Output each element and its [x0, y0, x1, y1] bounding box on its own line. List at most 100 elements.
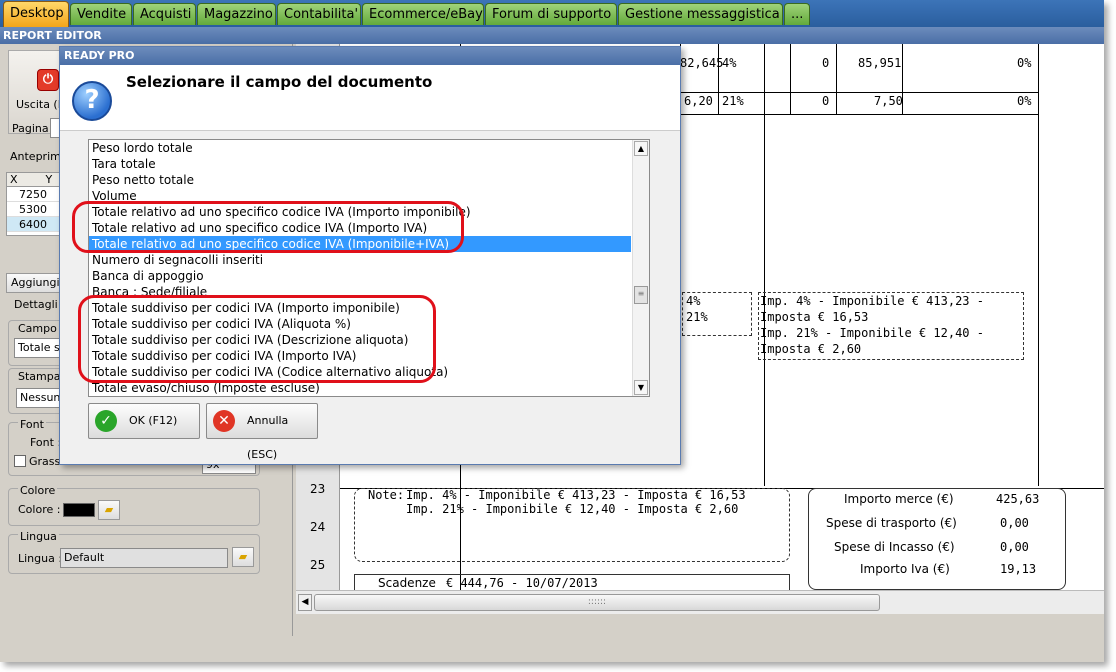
list-item[interactable]: Banca : Sede/filiale	[89, 284, 631, 300]
grid-line	[790, 44, 791, 114]
list-item[interactable]: Totale evaso/chiuso (Imposte escluse)	[89, 380, 631, 396]
table-row[interactable]: 7250	[7, 187, 59, 202]
totals-label: Importo Iva (€)	[860, 562, 950, 576]
totals-value: 425,63	[996, 492, 1040, 506]
totals-value: 19,13	[1000, 562, 1037, 576]
tab-messaggistica[interactable]: Gestione messaggistica	[618, 3, 783, 25]
list-item[interactable]: Totale suddiviso per codici IVA (Codice …	[89, 364, 631, 380]
cancel-button[interactable]: ✕ Annulla (ESC)	[206, 403, 318, 461]
notes-line: Imp. 21% - Imponibile € 12,40 - Imposta …	[406, 502, 739, 516]
field-list: Peso lordo totale Tara totale Peso netto t…	[89, 140, 649, 396]
vat-summary-line: Imp. 4% - Imponibile € 413,23 -	[760, 294, 984, 308]
list-scroll-thumb[interactable]: ≡	[634, 286, 648, 304]
question-icon: ?	[72, 81, 112, 121]
row1-value: 85,951	[858, 56, 902, 70]
tab-more[interactable]: ...	[784, 3, 810, 25]
row2-value: 7,50	[874, 94, 903, 108]
select-field-dialog: READY PRO ? Selezionare il campo del doc…	[59, 46, 681, 465]
list-item[interactable]: Totale relativo ad uno specifico codice …	[89, 220, 631, 236]
ruler-mark: 23	[310, 482, 326, 496]
scadenze-value: € 444,76 - 10/07/2013	[446, 576, 598, 590]
totals-value: 0,00	[1000, 516, 1029, 530]
row1-value: 82,645	[680, 56, 724, 70]
list-item[interactable]: Numero di segnacolli inseriti	[89, 252, 631, 268]
font-label: Font :	[30, 436, 62, 449]
main-tab-bar: Desktop Vendite Acquisti Magazzino Conta…	[0, 0, 1104, 27]
close-icon: ✕	[213, 410, 235, 432]
list-item[interactable]: Totale suddiviso per codici IVA (Importo…	[89, 300, 631, 316]
field-listbox[interactable]: Peso lordo totale Tara totale Peso netto t…	[88, 139, 650, 397]
coordinates-table: X Y 7250 5300 6400	[6, 172, 60, 236]
list-item[interactable]: Banca di appoggio	[89, 268, 631, 284]
grid-line	[680, 114, 1038, 115]
tab-acquisti[interactable]: Acquisti	[133, 3, 196, 25]
grid-line	[1038, 44, 1039, 486]
row2-value: 0%	[1017, 94, 1032, 108]
list-item[interactable]: Peso lordo totale	[89, 140, 631, 156]
notes-line: Imp. 4% - Imponibile € 413,23 - Imposta …	[406, 488, 746, 502]
stampa-select[interactable]: Nessuna	[16, 388, 60, 408]
list-item[interactable]: Tara totale	[89, 156, 631, 172]
window-title: REPORT EDITOR	[0, 27, 1104, 44]
scadenze-label: Scadenze	[378, 576, 436, 590]
folder-icon[interactable]: ▰	[232, 547, 254, 567]
aggiungi-button[interactable]: Aggiungi c	[6, 273, 60, 293]
tab-dettagli[interactable]: Dettagli	[14, 298, 58, 311]
scroll-up-icon[interactable]: ▲	[634, 141, 648, 156]
bold-checkbox[interactable]	[14, 455, 26, 467]
list-item[interactable]: Totale suddiviso per codici IVA (Aliquot…	[89, 316, 631, 332]
tab-magazzino[interactable]: Magazzino	[197, 3, 276, 25]
campo-field[interactable]: Totale su	[14, 338, 60, 358]
list-scrollbar[interactable]: ▲ ≡ ▼	[632, 140, 649, 396]
row1-value: 0%	[1017, 56, 1032, 70]
horizontal-scrollbar[interactable]: ◀ ::::::	[296, 590, 1104, 614]
grid-line	[836, 44, 837, 114]
colore-label: Colore :	[18, 503, 61, 516]
list-item[interactable]: Volume	[89, 188, 631, 204]
vat-summary-line: Imp. 21% - Imponibile € 12,40 -	[760, 326, 984, 340]
table-row[interactable]: 5300	[7, 202, 59, 217]
row1-value: 0	[822, 56, 830, 70]
grid-line	[764, 44, 765, 486]
totals-value: 0,00	[1000, 540, 1029, 554]
notes-label: Note:	[368, 488, 405, 502]
tab-vendite[interactable]: Vendite	[70, 3, 132, 25]
list-item[interactable]: Totale suddiviso per codici IVA (Importo…	[89, 348, 631, 364]
row2-value: 0	[822, 94, 830, 108]
row2-vat: 21%	[722, 94, 744, 108]
lingua-group-label: Lingua	[18, 530, 59, 543]
ruler-mark: 24	[310, 520, 326, 534]
folder-icon[interactable]: ▰	[98, 500, 120, 520]
list-item[interactable]: Totale relativo ad uno specifico codice …	[89, 236, 631, 252]
lingua-label: Lingua :	[18, 552, 63, 565]
tab-desktop[interactable]: Desktop	[3, 1, 69, 27]
lingua-field[interactable]: Default	[60, 548, 228, 568]
table-row[interactable]: 6400	[7, 217, 59, 232]
totals-label: Spese di trasporto (€)	[826, 516, 957, 530]
dialog-title: READY PRO	[60, 47, 680, 65]
power-icon: ⏻	[37, 69, 59, 91]
scroll-thumb[interactable]: ::::::	[314, 594, 880, 611]
scroll-down-icon[interactable]: ▼	[634, 380, 648, 395]
color-swatch[interactable]	[63, 503, 95, 517]
list-item[interactable]: Peso netto totale	[89, 172, 631, 188]
tab-forum[interactable]: Forum di supporto	[485, 3, 617, 25]
colore-group-label: Colore	[18, 484, 58, 497]
tab-contabilita[interactable]: Contabilita'	[277, 3, 361, 25]
ok-label: OK (F12)	[129, 414, 178, 427]
bold-label: Grass	[29, 455, 61, 468]
app-window: Desktop Vendite Acquisti Magazzino Conta…	[0, 0, 1104, 662]
list-item[interactable]: Totale relativo ad uno specifico codice …	[89, 204, 631, 220]
ok-button[interactable]: ✓ OK (F12)	[88, 403, 200, 439]
list-item[interactable]: Totale suddiviso per codici IVA (Descriz…	[89, 332, 631, 348]
table-header: X Y	[7, 173, 59, 187]
vat-summary-line: Imposta € 2,60	[760, 342, 862, 356]
row1-vat: 4%	[722, 56, 737, 70]
pagina-label: Pagina	[12, 122, 49, 135]
scroll-left-icon[interactable]: ◀	[298, 594, 312, 611]
dialog-heading: Selezionare il campo del documento	[126, 73, 433, 91]
tab-ecommerce[interactable]: Ecommerce/eBay	[362, 3, 484, 25]
vat-pct: 4%	[686, 294, 701, 308]
dialog-header: ? Selezionare il campo del documento	[60, 65, 680, 131]
grid-line	[718, 44, 719, 114]
